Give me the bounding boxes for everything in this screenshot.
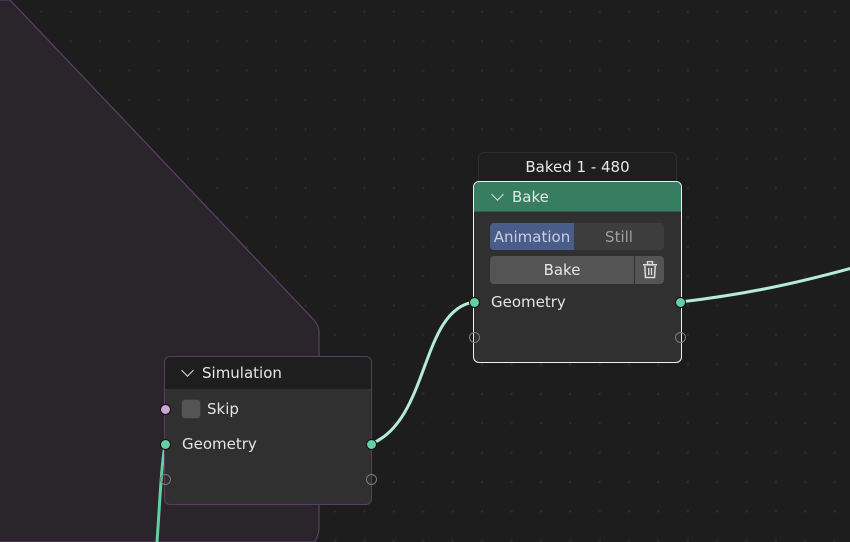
simulation-node-title: Simulation xyxy=(202,364,282,382)
bake-node-title: Bake xyxy=(512,187,549,206)
simulation-node-header[interactable]: Simulation xyxy=(165,357,371,389)
skip-label: Skip xyxy=(207,400,239,418)
bake-status-text: Baked 1 - 480 xyxy=(525,158,630,176)
simulation-virtual-input-socket[interactable] xyxy=(159,473,171,485)
collapse-chevron-icon[interactable] xyxy=(181,364,194,377)
delete-bake-button[interactable] xyxy=(635,256,664,284)
collapse-chevron-icon[interactable] xyxy=(491,187,504,201)
node-links-layer xyxy=(0,0,850,542)
mode-still-option[interactable]: Still xyxy=(574,223,664,250)
mode-still-label: Still xyxy=(605,227,633,246)
simulation-geometry-output-socket[interactable] xyxy=(365,438,377,450)
bake-geometry-label: Geometry xyxy=(491,293,566,311)
bake-geometry-output-socket[interactable] xyxy=(674,296,686,308)
simulation-node[interactable]: Simulation Skip Geometry xyxy=(164,356,372,505)
bake-geometry-input-socket[interactable] xyxy=(468,296,480,308)
skip-checkbox[interactable] xyxy=(181,399,201,419)
simulation-geometry-label: Geometry xyxy=(182,435,257,453)
skip-input-socket[interactable] xyxy=(159,403,171,415)
trash-icon xyxy=(642,261,657,279)
mode-animation-option[interactable]: Animation xyxy=(490,223,574,250)
bake-mode-toggle: Animation Still xyxy=(490,223,664,250)
simulation-virtual-output-socket[interactable] xyxy=(365,473,377,485)
bake-node[interactable]: Bake Animation Still Bake Geometry xyxy=(473,181,682,363)
simulation-geometry-input-socket[interactable] xyxy=(159,438,171,450)
bake-virtual-output-socket[interactable] xyxy=(674,331,686,343)
link-bake-output[interactable] xyxy=(679,266,850,304)
bake-button[interactable]: Bake xyxy=(490,256,634,284)
link-simulation-to-bake[interactable] xyxy=(370,300,475,446)
bake-virtual-input-socket[interactable] xyxy=(468,331,480,343)
bake-button-label: Bake xyxy=(543,261,581,279)
bake-node-header[interactable]: Bake xyxy=(474,182,681,212)
mode-animation-label: Animation xyxy=(493,227,571,246)
